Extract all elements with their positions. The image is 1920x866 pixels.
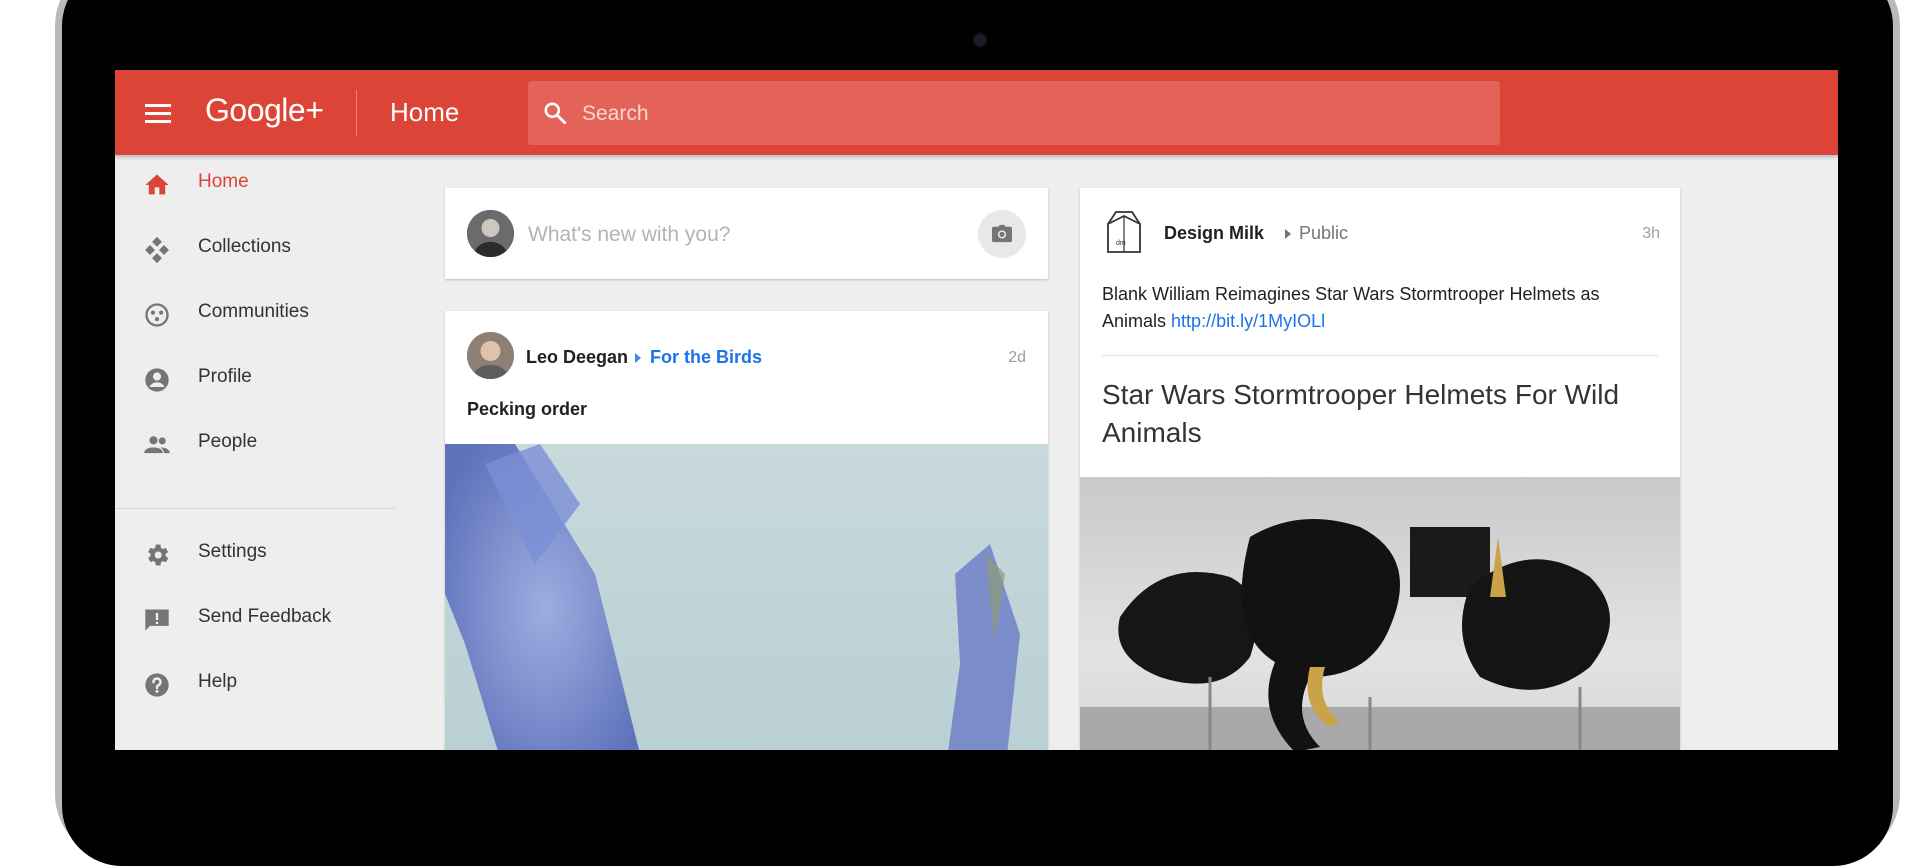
composer-input[interactable] [526, 210, 960, 259]
sidebar-item-label: Send Feedback [198, 606, 332, 627]
post-card: dm Design Milk Public 3h Blank William R… [1080, 188, 1680, 750]
sidebar-divider [115, 508, 396, 509]
camera-button[interactable] [978, 210, 1026, 258]
profile-icon [145, 368, 169, 392]
google-plus-logo[interactable]: Google+ [205, 92, 324, 129]
post-timestamp[interactable]: 2d [1008, 349, 1026, 367]
people-icon [144, 436, 170, 454]
post-text: Blank William Reimagines Star Wars Storm… [1102, 281, 1662, 335]
sidebar-item-label: Settings [198, 541, 267, 562]
post-photo[interactable] [445, 444, 1048, 750]
sidebar-item-settings[interactable]: Settings [115, 525, 400, 581]
hamburger-menu-icon[interactable] [145, 104, 171, 124]
help-icon [145, 673, 169, 697]
sidebar-item-label: Home [198, 171, 249, 192]
sidebar-item-home[interactable]: Home [115, 155, 400, 211]
page-title: Home [390, 97, 460, 127]
link-preview-title[interactable]: Star Wars Stormtrooper Helmets For Wild … [1102, 376, 1662, 452]
feedback-icon [145, 609, 169, 631]
sidebar-item-people[interactable]: People [115, 415, 400, 471]
svg-text:dm: dm [1116, 240, 1126, 247]
post-visibility[interactable]: Public [1299, 223, 1348, 244]
post-text: Pecking order [467, 399, 588, 419]
post-link[interactable]: http://bit.ly/1MyIOLl [1171, 311, 1325, 331]
top-app-bar: Google+ Home [115, 70, 1838, 155]
sidebar-item-label: Communities [198, 301, 309, 322]
sidebar-item-label: Help [198, 671, 238, 692]
home-icon [145, 174, 169, 195]
sidebar-item-collections[interactable]: Collections [115, 220, 400, 276]
search-box[interactable] [528, 81, 1500, 147]
sidebar-item-help[interactable]: Help [115, 655, 400, 711]
sidebar-item-label: People [198, 431, 258, 452]
card-divider [1102, 355, 1658, 356]
design-milk-logo-icon[interactable]: dm [1102, 208, 1146, 256]
communities-icon [145, 303, 169, 327]
camera-icon [992, 224, 1012, 243]
post-card: Leo Deegan For the Birds 2d Pecking orde… [445, 311, 1048, 750]
header-divider [356, 90, 357, 136]
post-timestamp[interactable]: 3h [1642, 225, 1660, 243]
sidebar-item-send-feedback[interactable]: Send Feedback [115, 590, 400, 646]
sidebar-item-label: Profile [198, 366, 252, 387]
app-screen: Google+ Home Home Collections [115, 70, 1838, 750]
link-preview-image[interactable] [1080, 477, 1680, 750]
sidebar-item-label: Collections [198, 236, 291, 257]
author-avatar[interactable] [467, 332, 514, 379]
search-icon [544, 102, 567, 125]
sidebar-item-communities[interactable]: Communities [115, 285, 400, 341]
gear-icon [148, 544, 169, 566]
sidebar-item-profile[interactable]: Profile [115, 350, 400, 406]
post-author[interactable]: Leo Deegan [526, 347, 628, 368]
user-avatar[interactable] [467, 210, 514, 257]
chevron-right-icon [1285, 229, 1291, 239]
sidebar-nav: Home Collections Communities Profile Peo… [115, 155, 400, 750]
chevron-right-icon [635, 353, 641, 363]
post-community-link[interactable]: For the Birds [650, 347, 762, 368]
search-input[interactable] [580, 81, 1484, 147]
webcam [972, 32, 988, 48]
collections-icon [145, 236, 169, 264]
post-composer [445, 188, 1048, 279]
post-author[interactable]: Design Milk [1164, 223, 1264, 244]
